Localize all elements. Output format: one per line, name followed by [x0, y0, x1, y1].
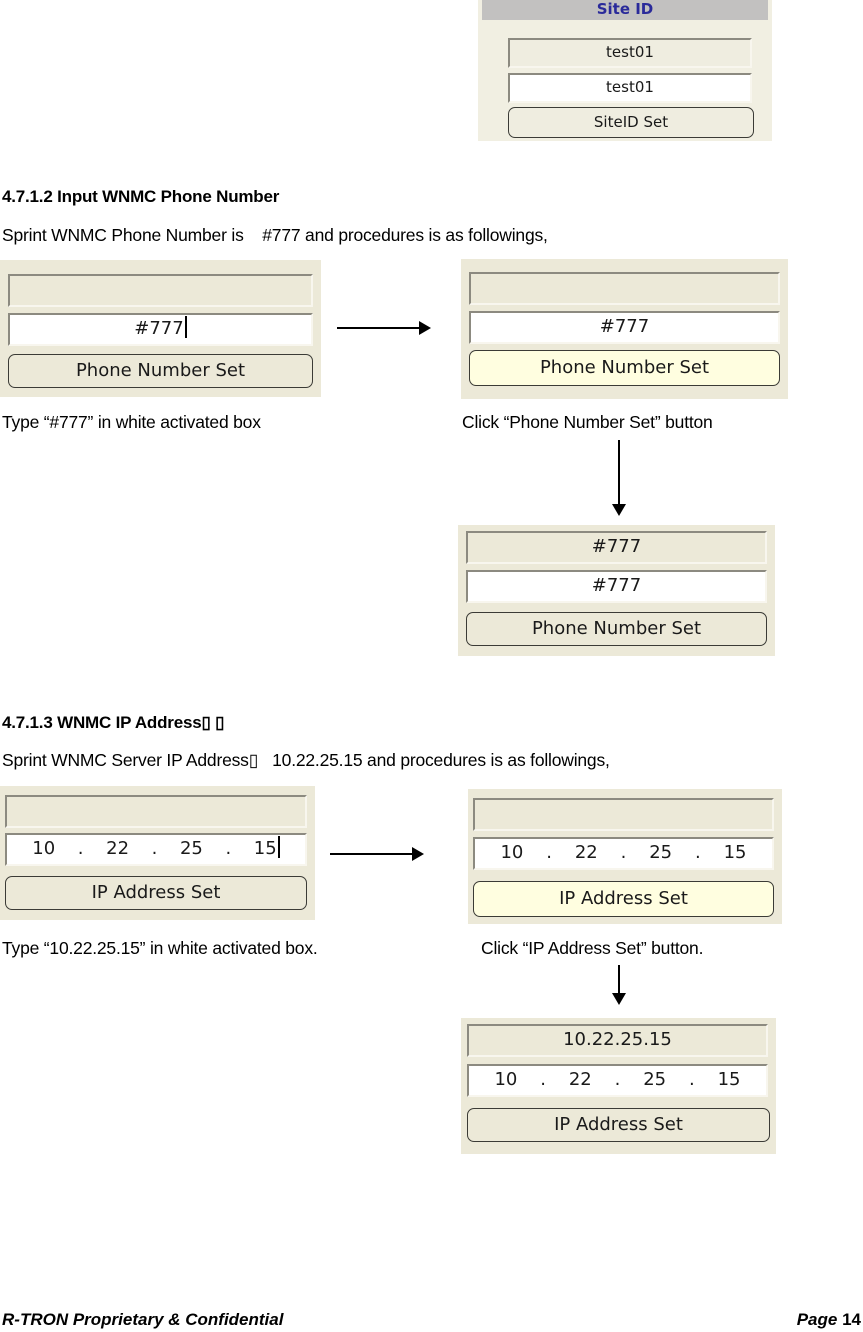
ip-separator: .: [77, 838, 84, 859]
site-id-input[interactable]: test01: [508, 73, 752, 103]
footer-page-label: Page: [796, 1310, 838, 1329]
phone-section-intro: Sprint WNMC Phone Number is #777 and pro…: [2, 225, 548, 245]
ip-display-field: [473, 798, 774, 831]
arrow-right-icon: [337, 321, 431, 335]
site-id-set-button[interactable]: SiteID Set: [508, 107, 754, 138]
phone-display-field: #777: [466, 531, 767, 564]
phone-display-field: [8, 274, 313, 307]
phone-number-set-button[interactable]: Phone Number Set: [466, 612, 767, 646]
ip-octet-2[interactable]: 22: [575, 839, 598, 868]
ip-display-field: [5, 795, 307, 828]
ip-step1-panel: 10 . 22 . 25 . 15 IP Address Set: [0, 786, 315, 920]
ip-octet-2[interactable]: 22: [106, 835, 129, 864]
phone-number-input[interactable]: #777: [8, 313, 313, 346]
ip-step1-caption: Type “10.22.25.15” in white activated bo…: [2, 938, 318, 958]
footer-confidential: R-TRON Proprietary & Confidential: [2, 1310, 284, 1329]
ip-separator: .: [620, 842, 627, 863]
ip-address-set-button[interactable]: IP Address Set: [473, 881, 774, 917]
ip-octet-3[interactable]: 25: [649, 839, 672, 868]
text-caret: [184, 316, 187, 338]
phone-step2-panel: #777 Phone Number Set: [461, 259, 788, 399]
ip-separator: .: [540, 1069, 546, 1090]
ip-display-field: 10.22.25.15: [467, 1024, 768, 1057]
arrow-down-icon: [612, 965, 626, 1005]
footer-page: Page 14: [797, 1310, 861, 1330]
phone-number-set-button[interactable]: Phone Number Set: [8, 354, 313, 388]
ip-address-input[interactable]: 10 . 22 . 25 . 15: [473, 837, 774, 870]
phone-number-input[interactable]: #777: [469, 311, 780, 344]
phone-number-input[interactable]: #777: [466, 570, 767, 603]
ip-step3-panel: 10.22.25.15 10 . 22 . 25 . 15 IP Address…: [461, 1018, 776, 1154]
phone-step3-panel: #777 #777 Phone Number Set: [458, 525, 775, 656]
ip-octet-4-value: 15: [253, 838, 277, 859]
ip-address-input[interactable]: 10 . 22 . 25 . 15: [467, 1064, 768, 1097]
ip-separator: .: [225, 838, 232, 859]
ip-octet-1[interactable]: 10: [500, 839, 523, 868]
ip-section-intro: Sprint WNMC Server IP Address▯ 10.22.25.…: [2, 750, 610, 770]
ip-separator: .: [151, 838, 158, 859]
ip-octet-2[interactable]: 22: [569, 1066, 592, 1095]
phone-number-set-button[interactable]: Phone Number Set: [469, 350, 780, 386]
phone-display-field: [469, 272, 780, 305]
site-id-header: Site ID: [482, 0, 768, 20]
ip-octet-4[interactable]: 15: [718, 1066, 741, 1095]
ip-octet-3[interactable]: 25: [643, 1066, 666, 1095]
ip-octet-1[interactable]: 10: [494, 1066, 517, 1095]
ip-octet-4[interactable]: 15: [724, 839, 747, 868]
phone-step1-caption: Type “#777” in white activated box: [2, 412, 261, 432]
site-id-panel: Site ID test01 test01 SiteID Set: [478, 0, 772, 141]
ip-separator: .: [614, 1069, 621, 1090]
ip-address-set-button[interactable]: IP Address Set: [5, 876, 307, 910]
footer-page-number: 14: [842, 1310, 861, 1329]
ip-section-heading: 4.7.1.3 WNMC IP Address▯ ▯: [2, 713, 225, 732]
ip-step2-panel: 10 . 22 . 25 . 15 IP Address Set: [468, 789, 782, 924]
text-caret: [277, 836, 280, 858]
arrow-down-icon: [612, 440, 626, 516]
ip-separator: .: [695, 842, 701, 863]
phone-input-value: #777: [134, 318, 184, 339]
ip-step2-caption: Click “IP Address Set” button.: [481, 938, 704, 958]
ip-octet-4[interactable]: 15: [254, 835, 280, 864]
ip-address-input[interactable]: 10 . 22 . 25 . 15: [5, 833, 307, 866]
arrow-right-icon: [330, 847, 424, 861]
ip-octet-1[interactable]: 10: [32, 835, 55, 864]
ip-separator: .: [689, 1069, 695, 1090]
phone-step1-panel: #777 Phone Number Set: [0, 260, 321, 397]
ip-address-set-button[interactable]: IP Address Set: [467, 1108, 770, 1142]
phone-section-heading: 4.7.1.2 Input WNMC Phone Number: [2, 187, 280, 206]
ip-octet-3[interactable]: 25: [180, 835, 203, 864]
ip-separator: .: [546, 842, 552, 863]
phone-step2-caption: Click “Phone Number Set” button: [462, 412, 713, 432]
site-id-display-field: test01: [508, 38, 752, 68]
